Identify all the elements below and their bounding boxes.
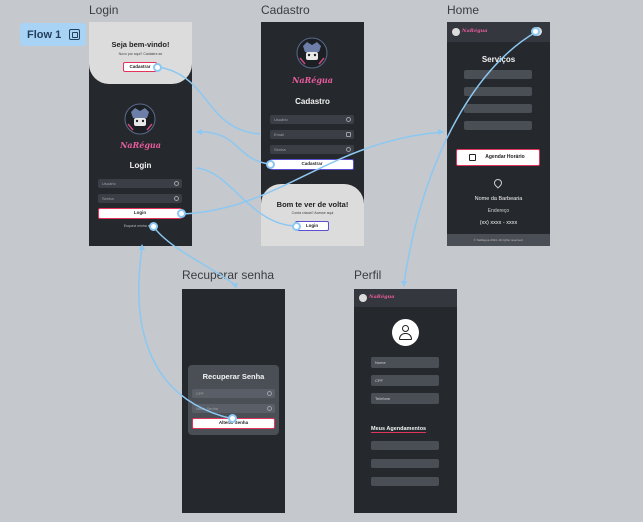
user-icon [346,117,351,122]
service-item-4[interactable] [464,121,532,130]
welcome-subtitle: Novo por aqui? Cadastre-se [118,52,163,56]
login-title: Login [129,161,152,170]
connector-dot-change-password[interactable] [228,414,237,423]
schedule-button-label: Agendar Horário [485,154,525,160]
barber-logo-icon [296,37,328,69]
recover-newpass-placeholder: Nova Senha [196,406,219,411]
appointments-title: Meus Agendamentos [371,426,427,433]
connector-dot-forgot[interactable] [149,222,158,231]
login-password-input[interactable]: Senha [98,194,182,203]
frame-label-login[interactable]: Login [89,3,118,17]
register-button[interactable]: Cadastrar [123,62,157,72]
home-brand: NaRégua [462,28,488,34]
welcome-back-panel [261,184,364,246]
recover-cpf-input[interactable]: CPF [192,389,275,398]
perfil-brand: NaRégua [369,294,395,300]
arrow-head-perfil [401,281,407,287]
connector-dot-cadastro-register[interactable] [266,160,275,169]
service-item-1[interactable] [464,70,532,79]
welcome-title: Seja bem-vindo! [111,40,170,49]
recover-title: Recuperar Senha [202,372,265,381]
arrow-head-login [196,129,202,135]
shop-phone: (xx) xxxx - xxxx [479,220,518,226]
footer-text: © NaRégua 2024. All rights reserved. [473,238,524,242]
forgot-password-link[interactable]: Esqueci minha senha [89,224,192,228]
recover-cpf-placeholder: CPF [196,391,204,396]
perfil-frame: NaRégua Nome CPF Telefone Meus Agendamen… [354,289,457,513]
frame-label-home[interactable]: Home [447,3,479,17]
flow-play-icon[interactable] [69,29,81,40]
cadastro-email-placeholder: Email [274,132,285,137]
recover-newpass-input[interactable]: Nova Senha [192,404,275,413]
login-button[interactable]: Login [98,208,182,219]
cadastro-register-button[interactable]: Cadastrar [270,159,354,170]
lock-icon [346,147,351,152]
lock-icon [267,406,272,411]
user-icon [267,391,272,396]
calendar-icon [469,154,476,161]
cadastro-email-input[interactable]: Email [270,130,354,139]
cadastro-title: Cadastro [295,97,330,106]
service-item-2[interactable] [464,87,532,96]
services-title: Serviços [481,55,516,64]
arrow-head-home [438,129,444,135]
location-pin-icon [492,177,504,189]
connector-dot-cadastro-login[interactable] [292,222,301,231]
welcome-back-subtitle: Conta criada? Acesse aqui [291,211,334,215]
cadastro-user-input[interactable]: Usuário [270,115,354,124]
cpf-field[interactable]: CPF [371,375,439,386]
profile-avatar[interactable] [392,319,419,346]
user-body-icon [399,333,412,340]
shop-address: Endereço [487,208,510,214]
flow-badge[interactable]: Flow 1 [20,23,86,46]
user-head-icon [402,325,409,332]
home-frame: NaRégua Serviços Agendar Horário Nome da… [447,22,550,246]
nome-field[interactable]: Nome [371,357,439,368]
lock-icon [174,196,179,201]
frame-label-cadastro[interactable]: Cadastro [261,3,310,17]
schedule-button[interactable]: Agendar Horário [456,149,540,166]
service-item-3[interactable] [464,104,532,113]
cadastro-password-placeholder: Senha [274,147,286,152]
appointment-item-3[interactable] [371,477,439,486]
telefone-field[interactable]: Telefone [371,393,439,404]
appointment-item-1[interactable] [371,441,439,450]
connector-dot-register[interactable] [153,63,162,72]
welcome-back-title: Bom te ver de volta! [276,200,349,209]
barber-logo-icon [124,103,156,135]
recuperar-frame: Recuperar Senha CPF Nova Senha Alterar S… [182,289,285,513]
connector-dot-login[interactable] [177,209,186,218]
cadastro-frame: NaRégua Cadastro Usuário Email Senha Cad… [261,22,364,246]
appointment-item-2[interactable] [371,459,439,468]
cadastro-user-placeholder: Usuário [274,117,288,122]
user-icon [174,181,179,186]
frame-label-perfil[interactable]: Perfil [354,268,381,282]
logo-small-icon [359,294,367,302]
brand-logo: NaRégua [120,140,161,150]
shop-name: Nome da Barbearia [474,196,523,202]
brand-logo: NaRégua [292,75,333,85]
login-password-placeholder: Senha [102,196,114,201]
flow-label: Flow 1 [27,28,62,41]
logo-small-icon [452,28,460,36]
connector-dot-avatar[interactable] [531,27,540,36]
wire-cadastro-to-login [195,131,271,165]
mail-icon [346,132,351,137]
frame-label-recuperar[interactable]: Recuperar senha [182,268,274,282]
cadastro-password-input[interactable]: Senha [270,145,354,154]
login-user-input[interactable]: Usuário [98,179,182,188]
login-user-placeholder: Usuário [102,181,116,186]
